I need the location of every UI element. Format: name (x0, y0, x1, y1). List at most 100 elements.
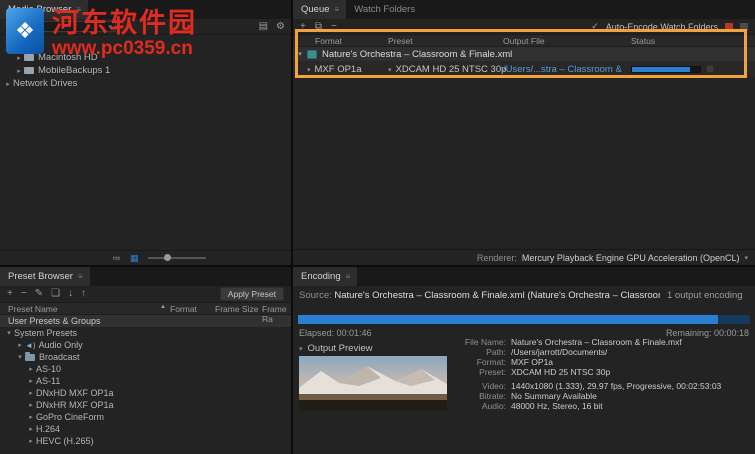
panel-menu-icon[interactable]: ≡ (78, 272, 83, 281)
remove-icon[interactable]: − (331, 21, 337, 32)
preset-item-hevc[interactable]: ▸ HEVC (H.265) (0, 435, 291, 447)
preset-item-gopro-cineform[interactable]: ▸ GoPro CineForm (0, 411, 291, 423)
tab-watch-folders[interactable]: Watch Folders (346, 0, 423, 19)
chevron-right-icon[interactable]: ▸ (14, 67, 24, 75)
format-dropdown[interactable]: ▾ MXF OP1a (307, 64, 362, 75)
preset-item-audio-only[interactable]: ▸ ◄) Audio Only (0, 339, 291, 351)
preset-item-as11[interactable]: ▸ AS-11 (0, 375, 291, 387)
detail-value: Nature's Orchestra – Classroom & Finale.… (511, 337, 682, 347)
column-preset[interactable]: Preset (388, 36, 413, 46)
sort-ascending-icon[interactable]: ▲ (160, 304, 166, 310)
preset-browser-panel: Preset Browser ≡ + − ✎ ❏ ↓ ↑ Apply Prese… (0, 267, 291, 454)
media-source-dropdown[interactable]: ▾ (6, 21, 116, 32)
output-preview-thumbnail (299, 356, 447, 411)
chevron-right-icon[interactable]: ▸ (26, 389, 36, 397)
checkmark-icon[interactable]: ✓ (591, 21, 599, 32)
new-group-icon[interactable]: ❏ (51, 289, 60, 299)
tree-item-macintosh-hd[interactable]: ▸ Macintosh HD (0, 51, 291, 64)
status-cancel-button[interactable] (706, 65, 714, 73)
edit-preset-icon[interactable]: ✎ (35, 289, 43, 299)
encoding-source-line: Source: Nature's Orchestra – Classroom &… (299, 290, 660, 301)
chevron-down-icon[interactable]: ▾ (293, 50, 307, 58)
preset-dropdown[interactable]: ▾ XDCAM HD 25 NTSC 30p (388, 64, 506, 75)
output-preview-toggle[interactable]: ▾ Output Preview (299, 343, 372, 354)
chevron-down-icon[interactable]: ▾ (4, 329, 14, 337)
chevron-down-icon[interactable]: ▾ (744, 254, 748, 262)
chevron-down-icon: ▾ (307, 66, 311, 74)
panel-menu-icon[interactable]: ≡ (346, 272, 351, 281)
column-preset-name[interactable]: Preset Name (8, 304, 58, 314)
preset-item-dnxhd[interactable]: ▸ DNxHD MXF OP1a (0, 387, 291, 399)
encoding-tabbar: Encoding ≡ (293, 267, 755, 286)
chevron-right-icon[interactable]: ▸ (26, 425, 36, 433)
media-browser-tree: ▸ Macintosh HD ▸ MobileBackups 1 ▸ Netwo… (0, 35, 291, 90)
filter-icon[interactable]: ▤ (259, 21, 268, 32)
preset-item-as10[interactable]: ▸ AS-10 (0, 363, 291, 375)
detail-value: MXF OP1a (511, 357, 554, 367)
tree-item-label: Network Drives (13, 78, 78, 89)
renderer-dropdown[interactable]: Mercury Playback Engine GPU Acceleration… (522, 253, 740, 263)
chevron-right-icon[interactable]: ▸ (26, 377, 36, 385)
stop-queue-button[interactable] (725, 22, 733, 31)
remove-preset-icon[interactable]: − (21, 289, 27, 299)
tab-encoding[interactable]: Encoding ≡ (293, 267, 358, 286)
column-frame-size[interactable]: Frame Size (215, 304, 258, 314)
tab-queue[interactable]: Queue ≡ (293, 0, 347, 19)
slider-knob[interactable] (163, 254, 171, 261)
detail-row: Preset: XDCAM HD 25 NTSC 30p (453, 367, 753, 377)
panel-menu-icon[interactable]: ≡ (335, 5, 340, 14)
queue-source-row[interactable]: ▾ Nature's Orchestra – Classroom & Final… (293, 47, 755, 61)
duplicate-icon[interactable]: ⧉ (315, 21, 322, 32)
add-preset-icon[interactable]: + (7, 289, 13, 299)
settings-icon[interactable]: ⚙ (276, 21, 285, 32)
output-preview-label: Output Preview (307, 343, 373, 354)
export-preset-icon[interactable]: ↑ (81, 289, 86, 299)
preset-item-broadcast[interactable]: ▾ Broadcast (0, 351, 291, 363)
auto-encode-label[interactable]: Auto-Encode Watch Folders (606, 22, 718, 32)
chevron-right-icon[interactable]: ▸ (3, 80, 13, 88)
chevron-down-icon: ▾ (388, 66, 392, 74)
tab-preset-browser[interactable]: Preset Browser ≡ (0, 267, 90, 286)
column-format[interactable]: Format (315, 36, 342, 46)
output-file-link[interactable]: /Users/...stra – Classroom & Finale.mxf (503, 64, 625, 75)
source-file-icon (307, 49, 317, 59)
media-browser-footer: ≔ ▦ (0, 250, 291, 265)
preset-item-dnxhr[interactable]: ▸ DNxHR MXF OP1a (0, 399, 291, 411)
detail-row: Path: /Users/jarrott/Documents/ (453, 347, 753, 357)
elapsed-time: Elapsed: 00:01:46 (299, 328, 372, 338)
chevron-right-icon[interactable]: ▸ (26, 401, 36, 409)
tab-label: Preset Browser (8, 271, 73, 282)
import-preset-icon[interactable]: ↓ (68, 289, 73, 299)
chevron-down-icon[interactable]: ▾ (299, 345, 303, 353)
apply-preset-button[interactable]: Apply Preset (219, 287, 284, 301)
pause-queue-button[interactable] (740, 22, 748, 31)
tree-item-label: Broadcast (39, 352, 80, 362)
list-view-icon[interactable]: ≔ (112, 253, 121, 264)
preset-group-system-presets[interactable]: ▾ System Presets (0, 327, 291, 339)
thumbnail-zoom-slider[interactable] (147, 254, 206, 261)
tab-media-browser[interactable]: Media Browser ≡ (0, 0, 89, 19)
column-status[interactable]: Status (631, 36, 655, 46)
preset-item-h264[interactable]: ▸ H.264 (0, 423, 291, 435)
chevron-right-icon[interactable]: ▸ (14, 54, 24, 62)
chevron-right-icon[interactable]: ▸ (26, 413, 36, 421)
add-source-icon[interactable]: + (300, 21, 306, 32)
column-format[interactable]: Format (170, 304, 197, 314)
chevron-right-icon[interactable]: ▸ (26, 437, 36, 445)
column-frame-rate[interactable]: Frame Ra (262, 304, 291, 324)
tree-item-network-drives[interactable]: ▸ Network Drives (0, 77, 291, 90)
queue-panel: Queue ≡ Watch Folders + ⧉ − ✓ Auto-Encod… (293, 0, 755, 265)
tree-item-label: MobileBackups 1 (38, 65, 111, 76)
panel-menu-icon[interactable]: ≡ (76, 5, 81, 14)
preset-column-headers: Preset Name ▲ Format Frame Size Frame Ra (0, 303, 291, 324)
preset-group-user-presets[interactable]: User Presets & Groups (0, 315, 291, 327)
chevron-right-icon[interactable]: ▸ (26, 365, 36, 373)
thumbnail-view-icon[interactable]: ▦ (130, 253, 139, 264)
tree-item-mobilebackups[interactable]: ▸ MobileBackups 1 (0, 64, 291, 77)
queue-output-row[interactable]: ▾ MXF OP1a ▾ XDCAM HD 25 NTSC 30p /Users… (293, 61, 755, 77)
chevron-down-icon[interactable]: ▾ (15, 353, 25, 361)
detail-value: No Summary Available (511, 391, 597, 401)
chevron-right-icon[interactable]: ▸ (15, 341, 25, 349)
column-output-file[interactable]: Output File (503, 36, 545, 46)
tree-item-label: AS-10 (36, 364, 62, 374)
